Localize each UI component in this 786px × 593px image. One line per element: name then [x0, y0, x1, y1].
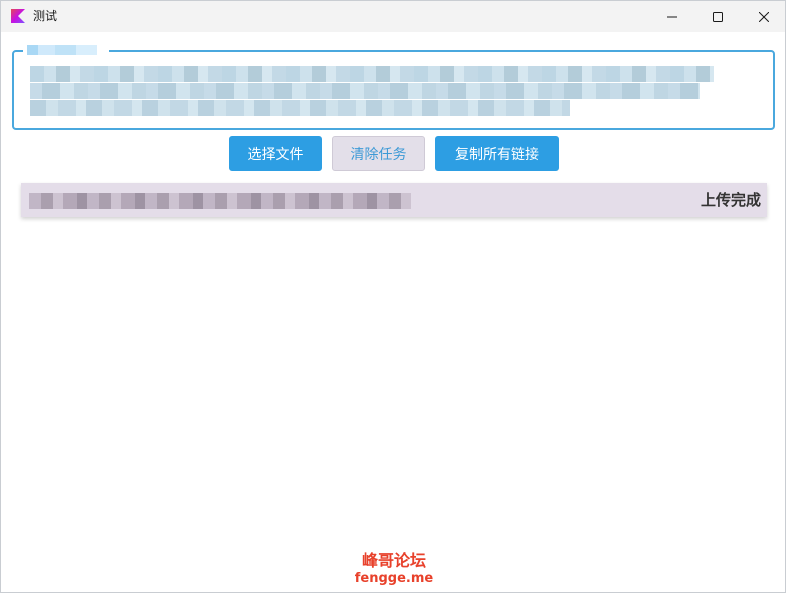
text-area-legend [23, 44, 109, 56]
clear-tasks-button[interactable]: 清除任务 [332, 136, 425, 171]
task-status: 上传完成 [700, 191, 761, 209]
app-window: 测试 选择文件 清除任务 复制所有链接 上传完成 峰哥论坛 fengge.me [0, 0, 786, 593]
maximize-button[interactable] [695, 1, 741, 32]
watermark-subtitle: fengge.me [354, 571, 434, 586]
task-file-name [29, 193, 411, 209]
redacted-text-line [30, 66, 714, 82]
redacted-text-line [30, 83, 700, 99]
select-file-button[interactable]: 选择文件 [229, 136, 322, 171]
task-row: 上传完成 [21, 183, 767, 217]
kotlin-app-icon [11, 9, 25, 23]
links-text-content [30, 66, 720, 118]
close-icon [759, 11, 769, 22]
window-title: 测试 [33, 9, 58, 23]
close-button[interactable] [741, 1, 785, 32]
maximize-icon [713, 11, 723, 22]
minimize-icon [667, 16, 677, 17]
copy-all-links-button[interactable]: 复制所有链接 [435, 136, 559, 171]
redacted-legend [27, 45, 97, 55]
minimize-button[interactable] [649, 1, 695, 32]
redacted-text-line [30, 100, 570, 116]
watermark-title: 峰哥论坛 [361, 551, 426, 570]
title-bar[interactable]: 测试 [1, 1, 785, 32]
links-text-area[interactable] [12, 50, 775, 130]
